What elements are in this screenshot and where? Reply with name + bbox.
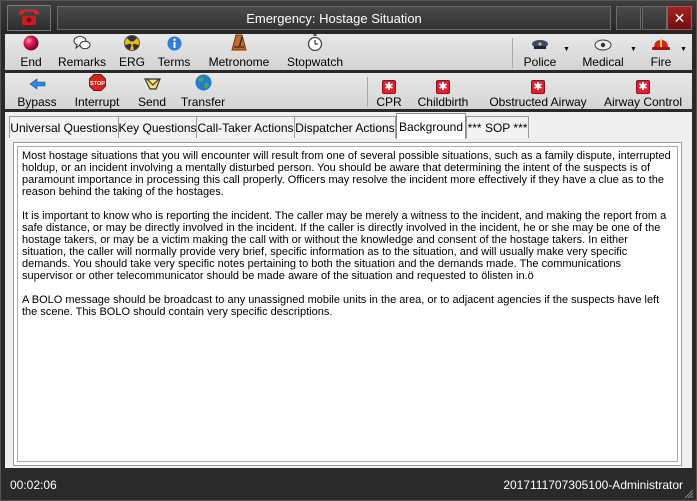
medical-icon — [594, 39, 612, 54]
airway-control-label: Airway Control — [603, 95, 683, 109]
tab-dispatcher-actions[interactable]: Dispatcher Actions — [294, 116, 396, 138]
hazard-icon — [124, 35, 140, 54]
fire-button[interactable]: Fire — [646, 34, 676, 70]
tab-key-questions[interactable]: Key Questions — [118, 116, 197, 138]
medical-dropdown-arrow[interactable]: ▼ — [630, 46, 637, 53]
erg-label: ERG — [118, 55, 145, 69]
red-ball-icon — [23, 35, 39, 54]
stop-sign-text: STOP — [90, 81, 105, 87]
tab-sop[interactable]: *** SOP *** — [466, 116, 529, 138]
fire-helmet-icon — [652, 38, 670, 54]
cpr-button[interactable]: ✱ CPR — [375, 73, 403, 109]
stopwatch-label: Stopwatch — [286, 55, 344, 69]
send-label: Send — [137, 95, 167, 109]
window-title: Emergency: Hostage Situation — [57, 6, 611, 30]
bypass-arrow-icon — [28, 77, 46, 94]
background-paragraph: Most hostage situations that you will en… — [22, 150, 671, 198]
childbirth-label: Childbirth — [417, 95, 469, 109]
transfer-label: Transfer — [180, 95, 226, 109]
end-button[interactable]: End — [15, 34, 47, 70]
app-menu-button[interactable] — [7, 5, 51, 31]
metronome-icon — [231, 34, 247, 54]
globe-icon — [195, 74, 212, 94]
end-label: End — [20, 55, 42, 69]
tab-call-taker-actions[interactable]: Call-Taker Actions — [196, 116, 295, 138]
red-cross-square-icon: ✱ — [636, 80, 650, 94]
main-toolbar: End Remarks ERG Terms Metronome Stopwatc… — [5, 34, 692, 70]
terms-button[interactable]: Terms — [157, 34, 191, 70]
red-cross-square-icon: ✱ — [436, 80, 450, 94]
toolbar-separator — [367, 77, 368, 107]
stopwatch-icon — [307, 34, 323, 54]
close-button[interactable]: ✕ — [667, 6, 692, 30]
background-tab-panel: Most hostage situations that you will en… — [13, 142, 682, 466]
stopwatch-button[interactable]: Stopwatch — [284, 34, 346, 70]
interrupt-button[interactable]: STOP Interrupt — [70, 73, 124, 109]
app-window: Emergency: Hostage Situation ✕ End Remar… — [0, 0, 697, 501]
info-icon — [167, 36, 182, 54]
background-paragraph: It is important to know who is reporting… — [22, 210, 667, 282]
background-paragraph: A BOLO message should be broadcast to an… — [22, 294, 660, 318]
bypass-button[interactable]: Bypass — [17, 73, 57, 109]
tab-universal-questions[interactable]: Universal Questions — [9, 116, 119, 138]
session-id: 2017111707305100-Administrator — [503, 478, 683, 492]
medical-button[interactable]: Medical — [580, 34, 626, 70]
close-icon: ✕ — [673, 10, 686, 26]
minimize-button[interactable] — [616, 6, 641, 30]
police-button[interactable]: Police — [520, 34, 560, 70]
background-text-area[interactable]: Most hostage situations that you will en… — [17, 146, 678, 462]
stop-sign-icon: STOP — [88, 74, 106, 94]
tab-control: Universal Questions Key Questions Call-T… — [5, 112, 692, 468]
maximize-button[interactable] — [642, 6, 667, 30]
police-label: Police — [523, 55, 557, 69]
status-bar: 00:02:06 2017111707305100-Administrator — [1, 470, 696, 500]
metronome-label: Metronome — [208, 55, 270, 69]
secondary-toolbar: Bypass STOP Interrupt Send Transfer ✱ CP… — [5, 73, 692, 109]
metronome-button[interactable]: Metronome — [204, 34, 274, 70]
police-dropdown-arrow[interactable]: ▼ — [563, 46, 570, 53]
speech-bubbles-icon — [73, 35, 91, 54]
airway-control-button[interactable]: ✱ Airway Control — [599, 73, 687, 109]
bypass-label: Bypass — [17, 95, 57, 109]
fire-label: Fire — [650, 55, 672, 69]
terms-label: Terms — [157, 55, 191, 69]
red-cross-square-icon: ✱ — [382, 80, 396, 94]
toolbar-separator — [512, 38, 513, 68]
title-bar: Emergency: Hostage Situation ✕ — [1, 1, 696, 34]
remarks-label: Remarks — [57, 55, 106, 69]
send-icon — [143, 77, 161, 94]
red-cross-square-icon: ✱ — [531, 80, 545, 94]
resize-grip-icon[interactable] — [684, 488, 694, 499]
send-button[interactable]: Send — [134, 73, 170, 109]
childbirth-button[interactable]: ✱ Childbirth — [413, 73, 473, 109]
elapsed-timer: 00:02:06 — [10, 478, 57, 492]
medical-label: Medical — [582, 55, 624, 69]
obstructed-airway-label: Obstructed Airway — [489, 95, 587, 109]
erg-button[interactable]: ERG — [117, 34, 147, 70]
cpr-label: CPR — [376, 95, 402, 109]
remarks-button[interactable]: Remarks — [57, 34, 107, 70]
obstructed-airway-button[interactable]: ✱ Obstructed Airway — [483, 73, 593, 109]
transfer-button[interactable]: Transfer — [179, 73, 227, 109]
phone-icon — [16, 7, 42, 30]
fire-dropdown-arrow[interactable]: ▼ — [680, 46, 687, 53]
interrupt-label: Interrupt — [74, 95, 120, 109]
tab-background[interactable]: Background — [396, 113, 466, 139]
police-hat-icon — [531, 39, 549, 54]
